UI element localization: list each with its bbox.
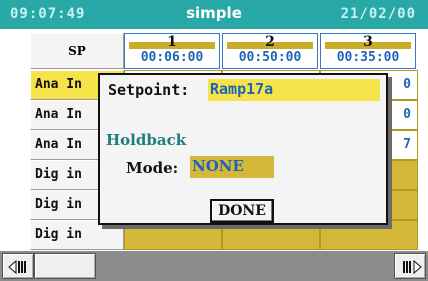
scroll-left-button[interactable] <box>2 253 34 279</box>
scroll-right-button[interactable] <box>394 253 426 279</box>
segment-number: 3 <box>363 34 373 50</box>
header-bar: 09:07:49 simple 21/02/00 <box>0 0 428 29</box>
segment-header-1[interactable]: 1 00:06:00 <box>124 33 220 69</box>
segment-header-3[interactable]: 3 00:35:00 <box>320 33 416 69</box>
mode-label: Mode: <box>126 159 179 177</box>
segment-edit-dialog: Setpoint: Ramp17a Holdback Mode: NONE DO… <box>98 73 388 225</box>
segment-header-2[interactable]: 2 00:50:00 <box>222 33 318 69</box>
program-editor-screen: 09:07:49 simple 21/02/00 SP 1 00:06:00 2… <box>0 0 428 281</box>
clock-date: 21/02/00 <box>340 6 416 22</box>
cell-value: 0 <box>403 107 411 122</box>
cell-value: 7 <box>403 137 411 152</box>
setpoint-label: Setpoint: <box>108 81 190 99</box>
sp-column-header: SP <box>30 33 124 69</box>
scroll-right-icon <box>403 259 422 275</box>
segment-duration: 00:35:00 <box>336 50 400 65</box>
blank-softkey[interactable] <box>34 253 96 279</box>
segment-duration: 00:06:00 <box>140 50 204 65</box>
done-button[interactable]: DONE <box>210 199 274 223</box>
scroll-left-icon <box>8 259 26 275</box>
holdback-mode-field[interactable]: NONE <box>190 156 274 178</box>
setpoint-field[interactable]: Ramp17a <box>208 79 380 101</box>
segment-duration: 00:50:00 <box>238 50 302 65</box>
cell-value: 0 <box>403 77 411 92</box>
segment-number: 1 <box>167 34 177 50</box>
holdback-label: Holdback <box>106 131 187 149</box>
segment-number: 2 <box>265 34 275 50</box>
